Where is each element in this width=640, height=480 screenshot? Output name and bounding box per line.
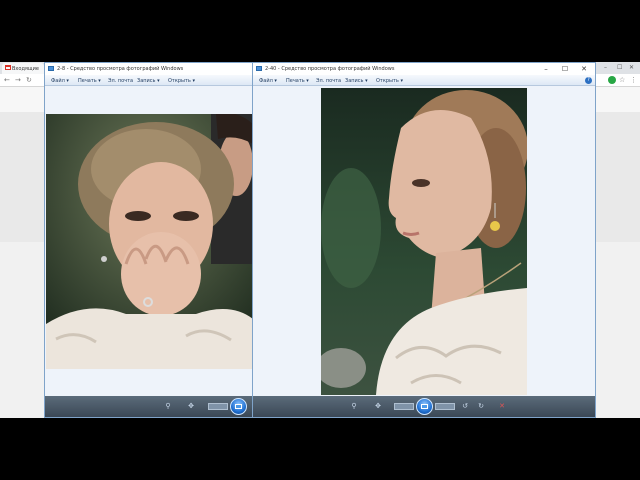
back-icon[interactable]: ← bbox=[4, 76, 10, 84]
star-icon[interactable]: ☆ bbox=[619, 76, 625, 84]
photo-viewer-left[interactable]: 2-8 - Средство просмотра фотографий Wind… bbox=[44, 62, 256, 418]
menu-email[interactable]: Эл. почта bbox=[316, 78, 341, 84]
rotate-right-icon[interactable]: ↻ bbox=[476, 402, 486, 411]
viewer-right-image-area bbox=[253, 86, 595, 398]
actual-size-icon[interactable]: ✥ bbox=[373, 402, 383, 411]
photo-viewer-right[interactable]: 2-40 - Средство просмотра фотографий Win… bbox=[252, 62, 596, 418]
viewer-left-navbar: ⚲ ✥ bbox=[45, 396, 255, 417]
viewer-right-navbar: ⚲ ✥ ↺ ↻ ✕ bbox=[253, 396, 595, 417]
forward-icon[interactable]: → bbox=[15, 76, 21, 84]
menu-open[interactable]: Открыть ▾ bbox=[376, 78, 403, 84]
zoom-icon[interactable]: ⚲ bbox=[163, 402, 173, 411]
viewer-left-menubar: Файл ▾ Печать ▾ Эл. почта Запись ▾ Откры… bbox=[45, 75, 255, 86]
menu-burn[interactable]: Запись ▾ bbox=[345, 78, 368, 84]
photo-woman-laughing bbox=[46, 114, 253, 369]
viewer-right-title: 2-40 - Средство просмотра фотографий Win… bbox=[265, 66, 395, 72]
help-icon[interactable]: ? bbox=[585, 77, 592, 84]
menu-print[interactable]: Печать ▾ bbox=[286, 78, 309, 84]
menu-file[interactable]: Файл ▾ bbox=[259, 78, 277, 84]
maximize-button[interactable]: ☐ bbox=[558, 63, 572, 75]
viewer-right-menubar: Файл ▾ Печать ▾ Эл. почта Запись ▾ Откры… bbox=[253, 75, 595, 86]
photo-viewer-icon bbox=[256, 66, 262, 71]
viewer-left-title: 2-8 - Средство просмотра фотографий Wind… bbox=[57, 66, 184, 72]
browser-maximize-icon[interactable]: ☐ bbox=[617, 64, 622, 71]
extension-icon[interactable] bbox=[608, 76, 616, 84]
actual-size-icon[interactable]: ✥ bbox=[186, 402, 196, 411]
previous-button[interactable] bbox=[394, 403, 414, 410]
browser-minimize-icon[interactable]: – bbox=[604, 64, 607, 71]
menu-burn[interactable]: Запись ▾ bbox=[137, 78, 160, 84]
slideshow-button[interactable] bbox=[416, 398, 433, 415]
menu-icon[interactable]: ⋮ bbox=[630, 76, 637, 84]
slideshow-button[interactable] bbox=[230, 398, 247, 415]
photo-right-art bbox=[321, 88, 527, 395]
viewer-left-image-area bbox=[45, 86, 255, 398]
viewer-right-titlebar[interactable]: 2-40 - Средство просмотра фотографий Win… bbox=[253, 63, 595, 75]
menu-email[interactable]: Эл. почта bbox=[108, 78, 133, 84]
rotate-left-icon[interactable]: ↺ bbox=[460, 402, 470, 411]
menu-file[interactable]: Файл ▾ bbox=[51, 78, 69, 84]
desktop-screen: Входящие – ☐ ✕ ← → ↻ ☆ ⋮ 2-8 - Средство … bbox=[0, 62, 640, 418]
menu-print[interactable]: Печать ▾ bbox=[78, 78, 101, 84]
menu-open[interactable]: Открыть ▾ bbox=[168, 78, 195, 84]
browser-close-icon[interactable]: ✕ bbox=[629, 64, 634, 71]
photo-woman-profile bbox=[321, 88, 527, 395]
photo-viewer-icon bbox=[48, 66, 54, 71]
photo-left-art bbox=[46, 114, 253, 369]
zoom-icon[interactable]: ⚲ bbox=[349, 402, 359, 411]
previous-button[interactable] bbox=[208, 403, 228, 410]
gmail-icon bbox=[5, 65, 11, 70]
viewer-left-titlebar[interactable]: 2-8 - Средство просмотра фотографий Wind… bbox=[45, 63, 255, 75]
next-button[interactable] bbox=[435, 403, 455, 410]
reload-icon[interactable]: ↻ bbox=[26, 76, 32, 84]
browser-tab-label: Входящие bbox=[12, 66, 39, 72]
delete-icon[interactable]: ✕ bbox=[497, 402, 507, 411]
minimize-button[interactable]: – bbox=[539, 63, 553, 75]
browser-tab-inbox[interactable]: Входящие bbox=[2, 63, 44, 74]
close-button[interactable]: ✕ bbox=[577, 63, 591, 75]
